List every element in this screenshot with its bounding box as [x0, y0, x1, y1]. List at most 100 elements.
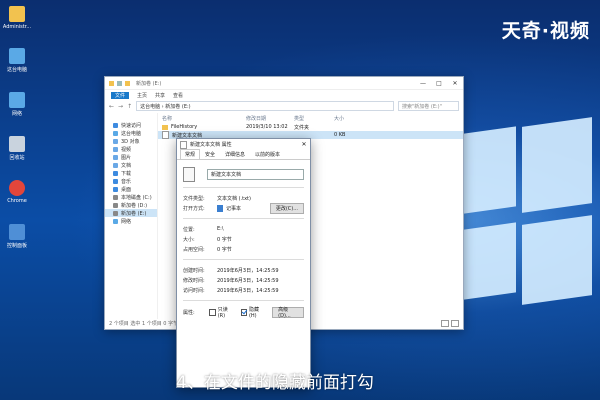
text-file-icon [180, 140, 187, 149]
advanced-button[interactable]: 高级(D)... [272, 306, 304, 319]
sidebar-item-label: 网络 [121, 218, 132, 225]
desktop-control-panel[interactable]: 控制面板 [2, 224, 32, 249]
close-button[interactable]: ✕ [447, 80, 463, 87]
status-bar: 2 个项目 选中 1 个项目 0 字节 [109, 321, 179, 327]
text-file-icon [162, 131, 169, 139]
tab-security[interactable]: 安全 [200, 149, 220, 159]
sidebar-item-icon [113, 194, 118, 200]
change-button[interactable]: 更改(C)... [269, 202, 304, 214]
sidebar-item[interactable]: 3D 对象 [105, 137, 157, 145]
quick-access-toolbar[interactable] [109, 80, 130, 86]
desktop-network[interactable]: 网络 [2, 92, 32, 117]
sidebar-item[interactable]: 视频 [105, 145, 157, 153]
column-headers: 名称 修改日期 类型 大小 [158, 113, 463, 123]
sidebar-item-label: 新加卷 (E:) [121, 210, 147, 217]
desktop-icon-label: Chrome [7, 198, 27, 204]
hidden-checkbox[interactable]: 隐藏(H) [240, 306, 264, 319]
readonly-checkbox[interactable]: 只读(R) [209, 306, 232, 319]
sidebar-item[interactable]: 桌面 [105, 185, 157, 193]
file-row-filehistory[interactable]: FileHistory 2019/3/10 13:02 文件夹 [158, 123, 463, 131]
modified-value: 2019年6月3日，14:25:59 [217, 277, 279, 284]
sidebar-item[interactable]: 这台电脑 [105, 129, 157, 137]
recycle-bin-icon [9, 136, 25, 152]
user-folder-icon [9, 6, 25, 22]
search-input[interactable]: 搜索"新加卷 (E:)" [398, 101, 459, 111]
modified-label: 修改时间: [183, 277, 205, 284]
tab-previous-versions[interactable]: 以前的版本 [250, 149, 285, 159]
sidebar-item-icon [113, 210, 118, 216]
menu-file[interactable]: 文件 [111, 91, 130, 99]
sidebar-item[interactable]: 音乐 [105, 177, 157, 185]
desktop-user-folder[interactable]: Administr... [2, 6, 32, 30]
menu-view[interactable]: 查看 [173, 92, 183, 99]
brand-watermark: 天奇·视频 [501, 20, 590, 42]
desktop-this-pc[interactable]: 这台电脑 [2, 48, 32, 73]
menu-home[interactable]: 主页 [137, 92, 147, 99]
desktop-icon-label: 控制面板 [6, 243, 27, 249]
sidebar-item-icon [113, 170, 118, 176]
sidebar-item[interactable]: 网络 [105, 217, 157, 225]
subtitle-caption: 4、在文件的隐藏前面打勾 [176, 373, 374, 393]
sidebar-item[interactable]: 新加卷 (D:) [105, 201, 157, 209]
column-size[interactable]: 大小 [334, 115, 364, 122]
close-icon[interactable]: ✕ [298, 141, 310, 148]
details-view-icon[interactable] [441, 320, 449, 327]
maximize-button[interactable]: □ [431, 80, 447, 87]
filename-field[interactable]: 新建文本文档 [207, 168, 304, 180]
size-value: 0 字节 [217, 236, 232, 243]
back-arrow-icon[interactable]: ← [109, 103, 114, 110]
ribbon-menu: 文件 主页 共享 查看 [105, 90, 463, 100]
sidebar-item-label: 视频 [121, 146, 132, 153]
sidebar-item[interactable]: 新加卷 (E:) [105, 209, 157, 217]
checkbox-box-checked[interactable] [240, 308, 247, 316]
folder-icon [162, 124, 168, 130]
sidebar-item-label: 快速访问 [121, 122, 142, 129]
accessed-label: 访问时间: [183, 287, 205, 294]
created-label: 创建时间: [183, 267, 205, 274]
sidebar-item-label: 这台电脑 [121, 130, 142, 137]
up-arrow-icon[interactable]: ↑ [127, 103, 132, 110]
sidebar-item-label: 新加卷 (D:) [121, 202, 148, 209]
accessed-value: 2019年6月3日，14:25:59 [217, 287, 279, 294]
minimize-button[interactable]: — [415, 80, 431, 87]
properties-icon[interactable] [117, 80, 122, 86]
sidebar-item-icon [113, 138, 118, 144]
file-name: FileHistory [171, 124, 198, 130]
location-label: 位置: [183, 226, 195, 233]
new-folder-icon[interactable] [125, 80, 130, 86]
address-path[interactable]: 这台电脑 › 新加卷 (E:) [136, 101, 394, 111]
column-type[interactable]: 类型 [294, 115, 334, 122]
tab-general[interactable]: 常规 [180, 149, 201, 159]
desktop-chrome[interactable]: Chrome [2, 180, 32, 204]
menu-share[interactable]: 共享 [155, 92, 165, 99]
sidebar-item[interactable]: 本地磁盘 (C:) [105, 193, 157, 201]
sidebar-item-label: 音乐 [121, 178, 132, 185]
explorer-titlebar[interactable]: 新加卷 (E:) — □ ✕ [105, 77, 463, 90]
sidebar-item[interactable]: 下载 [105, 169, 157, 177]
sidebar-item[interactable]: 图片 [105, 153, 157, 161]
this-pc-icon [9, 48, 25, 64]
checkbox-box[interactable] [209, 308, 216, 316]
column-date[interactable]: 修改日期 [246, 115, 294, 122]
explorer-title: 新加卷 (E:) [136, 80, 162, 87]
desktop-recycle-bin[interactable]: 回收站 [2, 136, 32, 161]
sidebar-item[interactable]: 文档 [105, 161, 157, 169]
open-with-label: 打开方式: [183, 205, 205, 212]
sidebar-item-label: 3D 对象 [121, 138, 140, 145]
size-label: 大小: [183, 236, 195, 243]
properties-dialog[interactable]: 新建文本文档 属性 ✕ 常规 安全 详细信息 以前的版本 新建文本文档 文件类型… [176, 138, 311, 388]
tab-details[interactable]: 详细信息 [220, 149, 250, 159]
location-value: E:\ [217, 226, 224, 232]
column-name[interactable]: 名称 [162, 115, 246, 122]
forward-arrow-icon[interactable]: → [118, 103, 123, 110]
sidebar-item[interactable]: 快速访问 [105, 121, 157, 129]
sidebar-item-label: 下载 [121, 170, 132, 177]
large-icons-view-icon[interactable] [451, 320, 459, 327]
navigation-pane: 快速访问 这台电脑 3D 对象 视频 图片 文档 下载 音乐 桌面 本地磁盘 (C:) 新加卷 (D… [105, 113, 158, 319]
hidden-label: 隐藏(H) [248, 306, 259, 319]
dialog-tabs: 常规 安全 详细信息 以前的版本 [177, 149, 310, 160]
readonly-label: 只读(R) [217, 306, 228, 319]
divider [183, 300, 304, 301]
sidebar-item-label: 文档 [121, 162, 132, 169]
file-type-label: 文件类型: [183, 195, 205, 202]
